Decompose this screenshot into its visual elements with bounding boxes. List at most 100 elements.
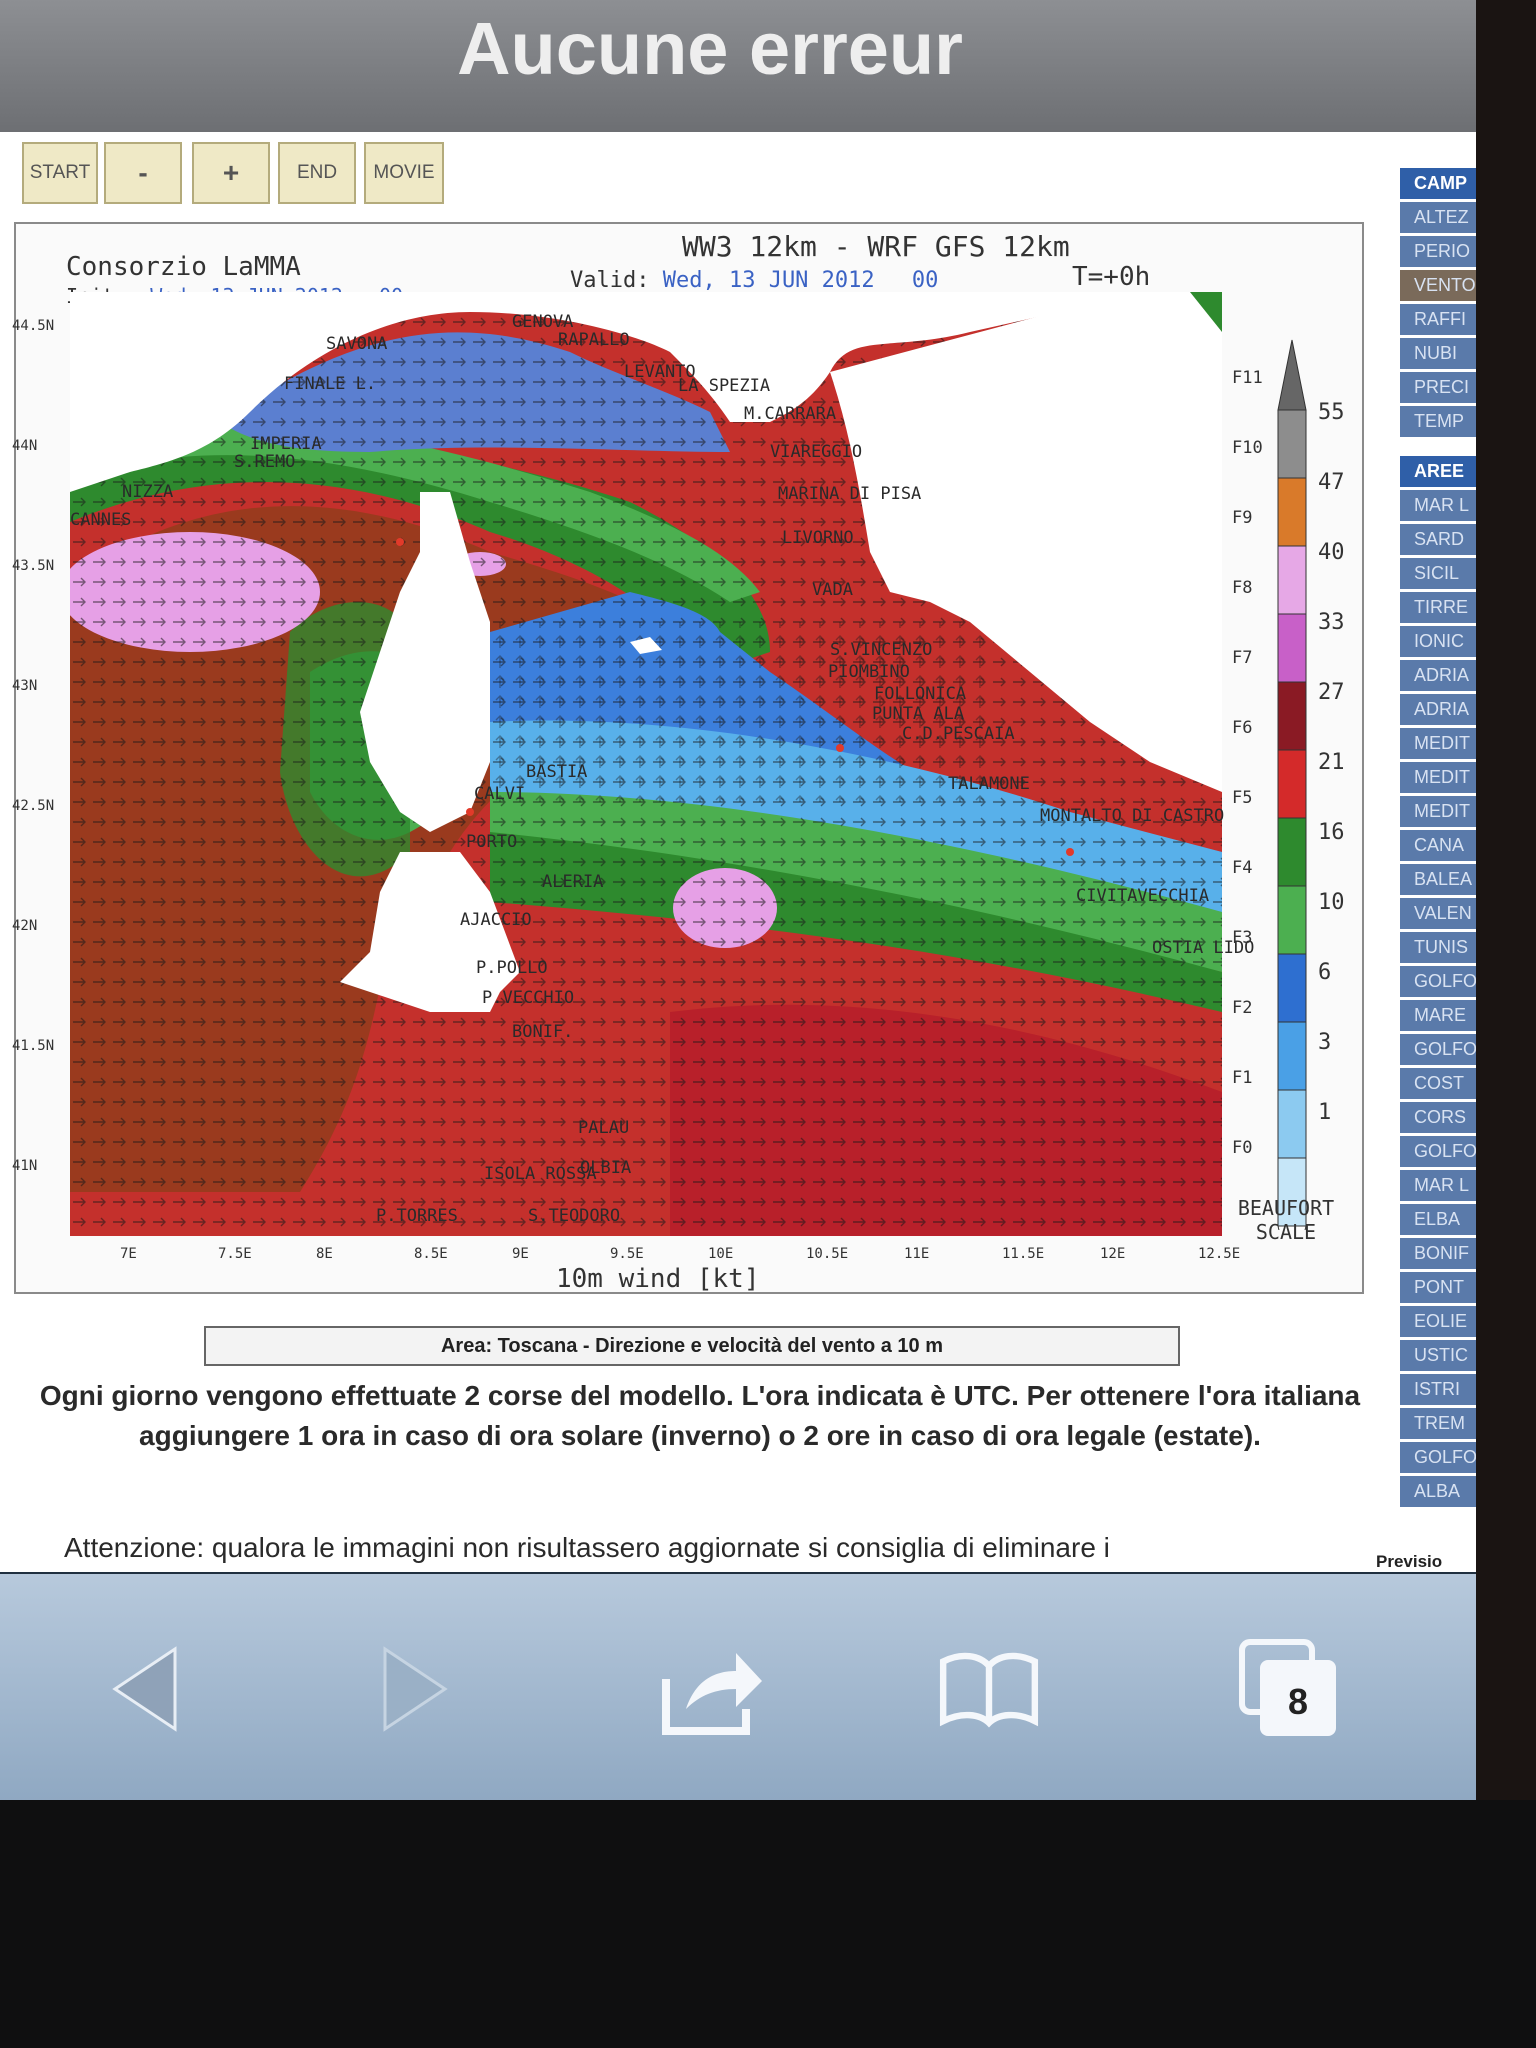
sidebar-item[interactable]: GOLFO: [1400, 1442, 1476, 1473]
sidebar-item[interactable]: MEDIT: [1400, 762, 1476, 793]
valid-label: Valid:: [570, 268, 650, 293]
sidebar-item[interactable]: PONT: [1400, 1272, 1476, 1303]
sidebar-item[interactable]: BALEA: [1400, 864, 1476, 895]
time-offset: T=+0h: [1072, 262, 1151, 292]
city-marker: [466, 808, 474, 816]
sidebar-header-campi[interactable]: CAMP: [1400, 168, 1476, 199]
sidebar-item[interactable]: ALTEZ: [1400, 202, 1476, 233]
sidebar-item[interactable]: PRECI: [1400, 372, 1476, 403]
sidebar-item[interactable]: ELBA: [1400, 1204, 1476, 1235]
back-button[interactable]: [90, 1634, 200, 1744]
sidebar-item[interactable]: GOLFO: [1400, 966, 1476, 997]
beaufort-level-label: F2: [1232, 998, 1253, 1018]
forward-arrow-icon: [383, 1646, 448, 1732]
latitude-tick-label: 41.5N: [12, 1038, 55, 1054]
legend-color-segment: [1277, 477, 1307, 547]
sidebar-item[interactable]: CORS: [1400, 1102, 1476, 1133]
start-button[interactable]: START: [22, 142, 98, 204]
knots-value-label: 55: [1318, 400, 1345, 425]
beaufort-level-label: F4: [1232, 858, 1253, 878]
sidebar-item[interactable]: MAR L: [1400, 490, 1476, 521]
sidebar-menu: CAMP ALTEZ PERIO VENTO RAFFI NUBI PRECI TEMP A…: [1400, 168, 1476, 1510]
map-place-label: PALAU: [578, 1118, 630, 1138]
latitude-tick-label: 44.5N: [12, 318, 55, 334]
legend-color-segment: [1277, 953, 1307, 1023]
sidebar-item[interactable]: ALBA: [1400, 1476, 1476, 1507]
legend-color-segment: [1277, 1021, 1307, 1091]
plus-button[interactable]: +: [192, 142, 270, 204]
sidebar-item[interactable]: CANA: [1400, 830, 1476, 861]
page-title: Aucune erreur: [457, 7, 963, 90]
sidebar-item[interactable]: RAFFI: [1400, 304, 1476, 335]
sidebar-item[interactable]: GOLFO: [1400, 1034, 1476, 1065]
sidebar-item[interactable]: TIRRE: [1400, 592, 1476, 623]
latitude-tick-label: 44N: [12, 438, 38, 454]
sidebar-item[interactable]: PERIO: [1400, 236, 1476, 267]
sidebar-item[interactable]: SICIL: [1400, 558, 1476, 589]
map-place-label: PIOMBINO: [828, 662, 910, 682]
sidebar-item[interactable]: GOLFO: [1400, 1136, 1476, 1167]
sidebar-item[interactable]: VALEN: [1400, 898, 1476, 929]
tabs-button[interactable]: 8: [1234, 1634, 1344, 1744]
sidebar-item[interactable]: EOLIE: [1400, 1306, 1476, 1337]
bookmarks-book-icon: [939, 1652, 1039, 1728]
city-marker: [396, 538, 404, 546]
latitude-tick-label: 42.5N: [12, 798, 55, 814]
beaufort-level-label: F9: [1232, 508, 1253, 528]
sidebar-item[interactable]: USTIC: [1400, 1340, 1476, 1371]
title-bar: Aucune erreur: [0, 0, 1476, 132]
sidebar-item[interactable]: TEMP: [1400, 406, 1476, 437]
knots-value-label: 16: [1318, 820, 1345, 845]
sidebar-item[interactable]: MEDIT: [1400, 796, 1476, 827]
longitude-tick-label: 10.5E: [806, 1246, 849, 1262]
knots-value-label: 40: [1318, 540, 1345, 565]
tabs-icon: 8: [1239, 1639, 1336, 1736]
map-place-label: ALERIA: [542, 872, 604, 892]
sidebar-item[interactable]: VENTO: [1400, 270, 1476, 301]
sidebar-header-aree[interactable]: AREE: [1400, 456, 1476, 487]
minus-button[interactable]: -: [104, 142, 182, 204]
wind-map-plot: [70, 292, 1222, 1236]
share-button[interactable]: [656, 1634, 766, 1744]
sidebar-item[interactable]: TUNIS: [1400, 932, 1476, 963]
longitude-tick-label: 9E: [512, 1246, 529, 1262]
sidebar-item[interactable]: ADRIA: [1400, 694, 1476, 725]
map-place-label: CANNES: [70, 510, 132, 530]
sidebar-item[interactable]: IONIC: [1400, 626, 1476, 657]
map-place-label: LA SPEZIA: [678, 376, 771, 396]
beaufort-level-label: F0: [1232, 1138, 1253, 1158]
sidebar-item[interactable]: ISTRI: [1400, 1374, 1476, 1405]
latitude-tick-label: 43.5N: [12, 558, 55, 574]
longitude-tick-label: 7E: [120, 1246, 137, 1262]
beaufort-level-label: F3: [1232, 928, 1253, 948]
sidebar-item[interactable]: MEDIT: [1400, 728, 1476, 759]
legend-color-segment: [1277, 613, 1307, 683]
sidebar-item[interactable]: ADRIA: [1400, 660, 1476, 691]
knots-value-label: 47: [1318, 470, 1345, 495]
sidebar-item[interactable]: TREM: [1400, 1408, 1476, 1439]
map-place-label: P.TORRES: [376, 1206, 458, 1226]
city-marker: [1066, 848, 1074, 856]
map-place-label: M.CARRARA: [744, 404, 837, 424]
sidebar-item[interactable]: NUBI: [1400, 338, 1476, 369]
forward-button[interactable]: [360, 1634, 470, 1744]
longitude-tick-label: 8E: [316, 1246, 333, 1262]
longitude-tick-label: 11.5E: [1002, 1246, 1045, 1262]
bookmarks-button[interactable]: [934, 1634, 1044, 1744]
map-place-label: VADA: [812, 580, 853, 600]
previsioni-link[interactable]: Previsio: [1376, 1552, 1442, 1572]
sidebar-item[interactable]: BONIF: [1400, 1238, 1476, 1269]
beaufort-level-label: F7: [1232, 648, 1253, 668]
sidebar-item[interactable]: MAR L: [1400, 1170, 1476, 1201]
map-place-label: BONIF.: [512, 1022, 574, 1042]
map-place-label: C.D.PESCAIA: [902, 724, 1015, 744]
movie-button[interactable]: MOVIE: [364, 142, 444, 204]
sidebar-item[interactable]: COST: [1400, 1068, 1476, 1099]
map-place-label: CIVITAVECCHIA: [1076, 886, 1210, 906]
warning-text: Attenzione: qualora le immagini non risu…: [64, 1532, 1110, 1563]
sidebar-item[interactable]: MARE: [1400, 1000, 1476, 1031]
knots-value-label: 27: [1318, 680, 1345, 705]
end-button[interactable]: END: [278, 142, 356, 204]
sidebar-item[interactable]: SARD: [1400, 524, 1476, 555]
beaufort-level-label: F6: [1232, 718, 1253, 738]
